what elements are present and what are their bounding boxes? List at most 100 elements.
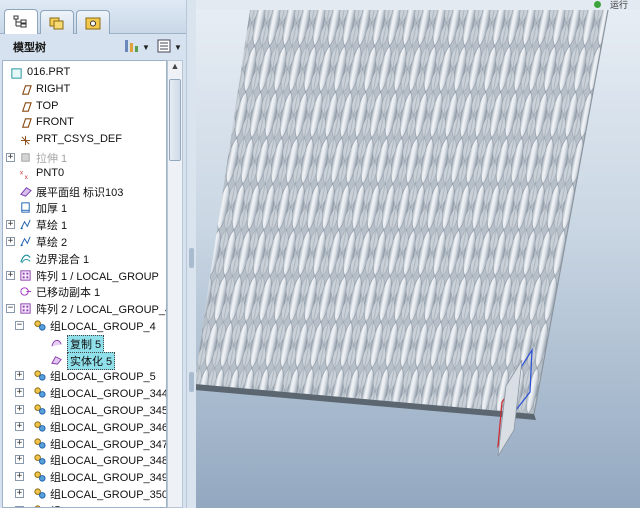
tree-item[interactable]: 展平面组 标识103 (3, 183, 166, 200)
tree-item[interactable]: − 组LOCAL_GROUP_4 (3, 317, 166, 334)
expand-icon[interactable]: + (15, 472, 24, 482)
tree-item[interactable]: + 组LOCAL_GROUP_347 (3, 435, 166, 452)
tree-item-label: 组LOCAL_GROUP_348 (50, 455, 167, 468)
tree-item-label: TOP (36, 99, 59, 112)
tree-item[interactable]: + 组LOCAL_GROUP_344 (3, 384, 167, 401)
folder-browser-tab[interactable] (40, 10, 74, 34)
tree-item[interactable]: +组LOCAL_GROUP_351 (3, 502, 166, 507)
tree-item-label: 展平面组 标识103 (36, 186, 124, 199)
expand-icon[interactable]: + (15, 455, 24, 465)
extrude-icon (18, 151, 33, 164)
tree-item[interactable]: RIGHT (3, 82, 166, 99)
group-icon (32, 319, 47, 332)
tree-item[interactable]: + 组LOCAL_GROUP_348 (3, 451, 167, 468)
expand-icon[interactable]: + (15, 371, 24, 381)
tree-item-label: 组LOCAL_GROUP_346 (50, 421, 167, 434)
tree-item-label: 016.PRT (27, 66, 71, 78)
tree-item-label: RIGHT (36, 82, 71, 95)
datum-plane-icon (18, 117, 33, 130)
solidify-icon (49, 353, 64, 366)
tree-show-icon (156, 38, 172, 57)
tree-item[interactable]: 加厚 1 (3, 199, 166, 216)
status-indicator-icon (594, 1, 601, 8)
tree-item[interactable]: 016.PRT (3, 65, 166, 82)
scroll-up-arrow-icon[interactable]: ▲ (168, 61, 182, 76)
tree-item-label: FRONT (36, 116, 74, 129)
tree-item[interactable]: 实体化 5 (3, 351, 166, 370)
expand-icon[interactable]: + (15, 421, 24, 431)
tree-item[interactable]: 复制 5 (3, 334, 166, 353)
collapse-icon[interactable]: − (15, 321, 24, 330)
tree-item[interactable]: + 组LOCAL_GROUP_349 (3, 468, 166, 485)
tree-scrollbar[interactable]: ▲ (167, 60, 183, 508)
tree-item[interactable]: + 草绘 1 (3, 216, 166, 233)
model-view[interactable] (196, 0, 640, 508)
group-icon (32, 470, 47, 483)
chevron-down-icon: ▼ (142, 42, 150, 52)
panel-title: 模型树 (13, 42, 46, 54)
tree-settings-button[interactable]: ▼ (122, 38, 150, 56)
boundary-blend-icon (18, 252, 33, 265)
graphics-window[interactable]: 运行 (196, 0, 640, 508)
navigator-tab-strip (0, 0, 187, 34)
tree-item-label: 草绘 2 (36, 237, 68, 249)
tree-item[interactable]: − 阵列 2 / LOCAL_GROUP_4 (3, 300, 166, 317)
tree-item[interactable]: + 组LOCAL_GROUP_346 (3, 418, 167, 435)
splitter-grip[interactable] (189, 248, 194, 268)
tree-item[interactable]: PRT_CSYS_DEF (3, 132, 166, 149)
expand-icon[interactable]: + (6, 237, 15, 246)
expand-icon[interactable]: + (6, 220, 15, 230)
tree-item-label: PRT_CSYS_DEF (36, 133, 122, 146)
chevron-down-icon: ▼ (174, 42, 182, 52)
tree-item-label: 组LOCAL_GROUP_344 (50, 388, 167, 401)
tree-item-label: PNT0 (36, 166, 65, 179)
expand-icon[interactable]: + (6, 153, 15, 162)
favorites-icon (85, 16, 101, 30)
tree-item[interactable]: x x PNT0 (3, 166, 166, 183)
tree-item[interactable]: + 组LOCAL_GROUP_350 (3, 485, 167, 502)
tree-item[interactable]: TOP (3, 99, 166, 116)
expand-icon[interactable]: + (15, 438, 24, 448)
tree-item[interactable]: FRONT (3, 115, 166, 132)
patterned-surface[interactable] (196, 10, 608, 414)
tree-icon (13, 15, 29, 29)
group-icon (32, 369, 47, 382)
expand-icon[interactable]: + (15, 388, 24, 398)
model-tree-tab[interactable] (4, 9, 38, 34)
datum-point-icon: xx (18, 168, 33, 181)
group-icon (32, 487, 47, 500)
thicken-icon (18, 201, 33, 214)
tree-item-label: 组LOCAL_GROUP_350 (50, 489, 167, 501)
expand-icon[interactable]: + (15, 489, 24, 498)
tree-item[interactable]: + 组LOCAL_GROUP_5 (3, 367, 166, 384)
tree-item[interactable]: + 阵列 1 / LOCAL_GROUP (3, 267, 166, 284)
tree-item-label: 组LOCAL_GROUP_345 (50, 405, 167, 417)
tree-item-label: 拉伸 1 (36, 153, 68, 165)
tree-show-button[interactable]: ▼ (156, 38, 182, 56)
group-icon (32, 420, 47, 433)
scrollbar-thumb[interactable] (169, 79, 181, 161)
group-icon (32, 403, 47, 416)
panel-splitter[interactable] (186, 0, 196, 508)
tree-item[interactable]: 边界混合 1 (3, 250, 166, 267)
datum-plane-icon (18, 101, 33, 114)
expand-icon[interactable]: + (6, 270, 15, 280)
collapse-icon[interactable]: − (6, 304, 15, 314)
group-icon (32, 386, 47, 399)
tree-item[interactable]: 已移动副本 1 (3, 283, 166, 300)
tree-item-label: 组LOCAL_GROUP_5 (50, 371, 156, 384)
group-icon (32, 504, 47, 507)
tree-settings-icon (122, 38, 140, 57)
favorites-tab[interactable] (76, 10, 110, 34)
tree-item[interactable]: + 拉伸 1 (3, 149, 166, 166)
svg-text:x: x (25, 174, 29, 181)
top-right-text: 运行 (610, 0, 629, 10)
tree-item[interactable]: + 组LOCAL_GROUP_345 (3, 401, 167, 418)
pattern-icon (18, 302, 33, 315)
csys-icon (18, 134, 33, 147)
part-icon (9, 67, 24, 80)
flatten-quilt-icon (18, 185, 33, 198)
tree-item[interactable]: + 草绘 2 (3, 233, 166, 250)
expand-icon[interactable]: + (15, 405, 24, 414)
splitter-grip[interactable] (189, 372, 194, 392)
